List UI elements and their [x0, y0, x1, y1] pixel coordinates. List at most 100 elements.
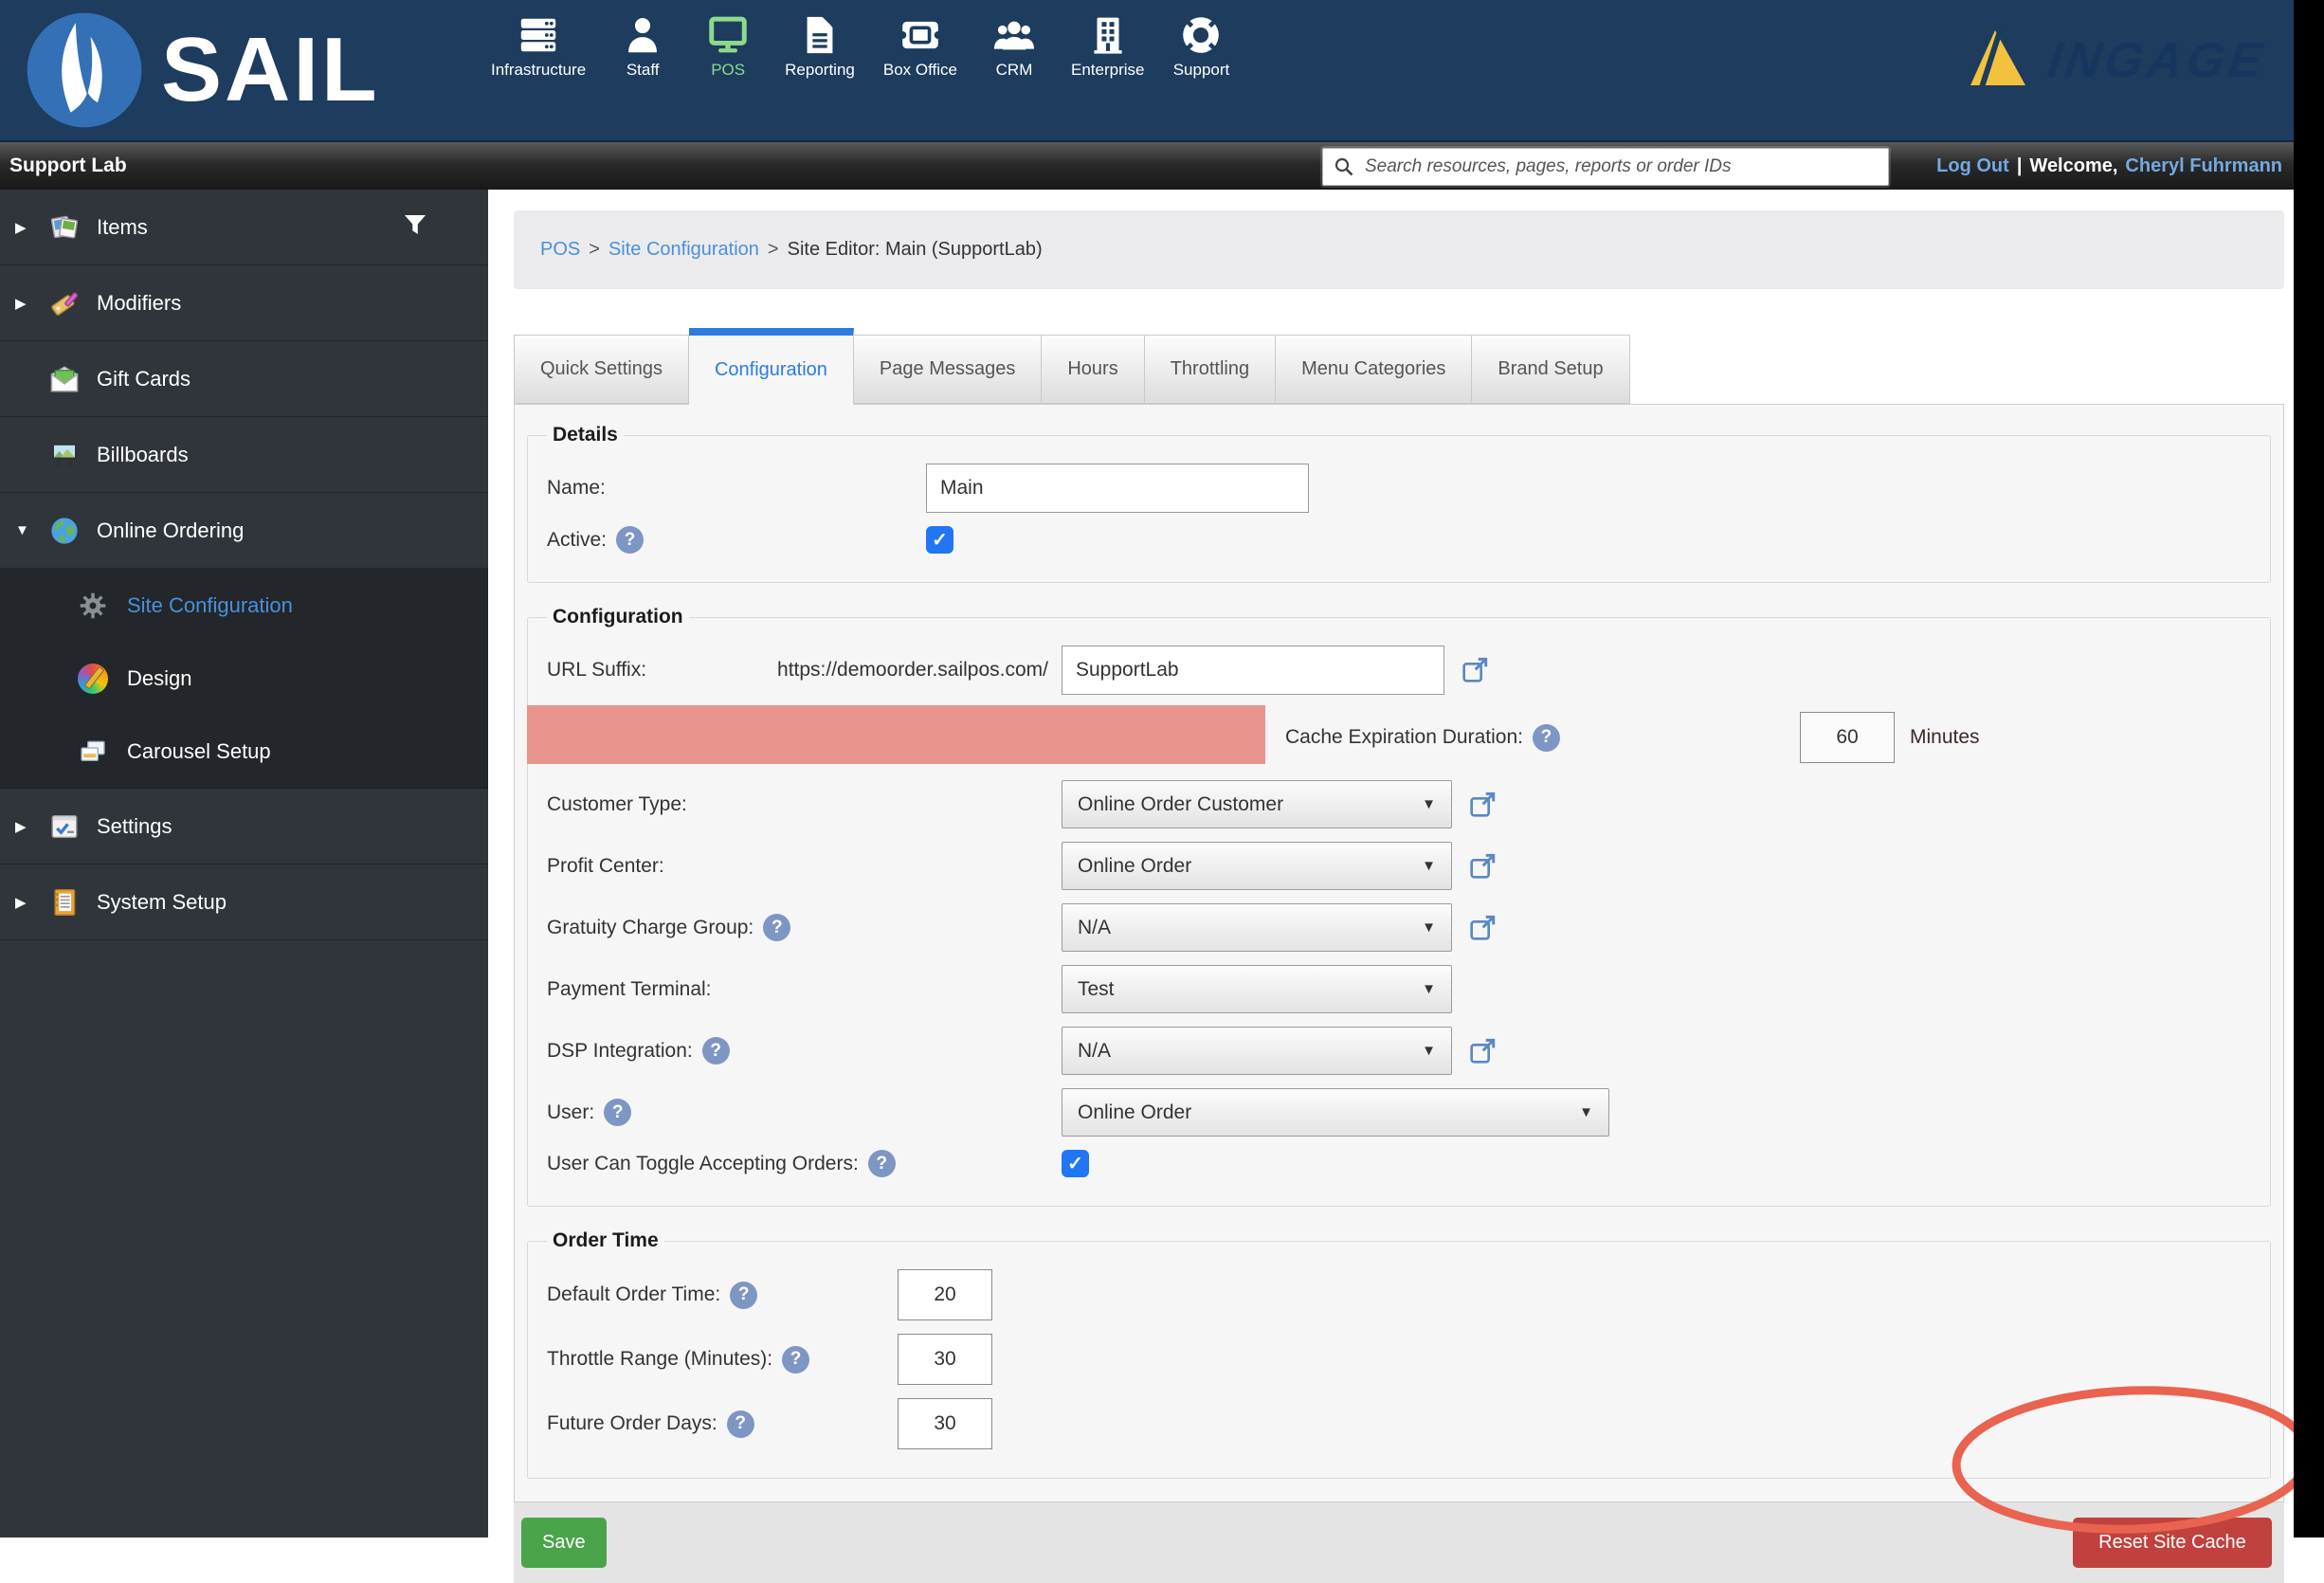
- tab-hours[interactable]: Hours: [1042, 335, 1145, 404]
- throttle-range-input[interactable]: [898, 1334, 992, 1385]
- expand-arrow-icon[interactable]: ▶: [15, 894, 47, 911]
- cache-expiration-label: Cache Expiration Duration:: [1285, 726, 1523, 748]
- profit-center-select[interactable]: Online Order ▼: [1062, 842, 1452, 890]
- tab-page-messages[interactable]: Page Messages: [853, 335, 1043, 404]
- nav-item-crm[interactable]: CRM: [986, 13, 1043, 80]
- external-link-icon[interactable]: [1467, 790, 1498, 820]
- external-link-icon[interactable]: [1460, 655, 1490, 685]
- user-toggle-checkbox[interactable]: ✓: [1062, 1150, 1089, 1177]
- breadcrumb: POS > Site Configuration > Site Editor: …: [514, 210, 2284, 289]
- payment-terminal-select[interactable]: Test ▼: [1062, 965, 1452, 1013]
- expand-arrow-icon[interactable]: ▶: [15, 295, 47, 312]
- caret-down-icon: ▼: [1422, 858, 1436, 874]
- customer-type-label: Customer Type:: [547, 792, 687, 815]
- tab-menu-categories[interactable]: Menu Categories: [1276, 335, 1473, 404]
- filter-funnel-icon[interactable]: [401, 210, 429, 244]
- expand-arrow-icon[interactable]: ▶: [15, 818, 47, 835]
- main-content: POS > Site Configuration > Site Editor: …: [488, 190, 2324, 1583]
- sidebar-item-gift-cards[interactable]: Gift Cards: [0, 341, 488, 417]
- help-icon[interactable]: ?: [730, 1281, 758, 1309]
- nav-item-pos[interactable]: POS: [699, 13, 756, 80]
- active-checkbox[interactable]: ✓: [926, 526, 953, 554]
- nav-label: Enterprise: [1071, 61, 1145, 79]
- help-icon[interactable]: ?: [701, 1037, 730, 1064]
- select-value: N/A: [1078, 916, 1112, 938]
- sidebar-item-site-configuration[interactable]: Site Configuration: [0, 569, 488, 642]
- current-site-label: Support Lab: [9, 155, 127, 176]
- sidebar-item-online-ordering[interactable]: ▼ Online Ordering: [0, 493, 488, 569]
- nav-item-box-office[interactable]: Box Office: [883, 13, 957, 80]
- select-value: Online Order: [1078, 854, 1192, 877]
- nav-item-reporting[interactable]: Reporting: [785, 13, 855, 80]
- sidebar-item-items[interactable]: ▶ Items: [0, 190, 488, 265]
- help-icon[interactable]: ?: [1532, 723, 1560, 752]
- name-input[interactable]: [926, 464, 1309, 513]
- sail-logo[interactable]: SAIL: [25, 9, 380, 131]
- throttle-range-label: Throttle Range (Minutes):: [547, 1348, 773, 1370]
- user-select[interactable]: Online Order ▼: [1062, 1088, 1609, 1137]
- throttle-range-row: Throttle Range (Minutes): ?: [547, 1334, 2251, 1385]
- cache-highlight-annotation: [527, 705, 1265, 764]
- gratuity-charge-group-select[interactable]: N/A ▼: [1062, 903, 1452, 952]
- gratuity-charge-group-row: Gratuity Charge Group: ? N/A ▼: [547, 903, 2251, 952]
- logout-link[interactable]: Log Out: [1936, 155, 2009, 177]
- tab-throttling[interactable]: Throttling: [1144, 335, 1277, 404]
- breadcrumb-link-site-configuration[interactable]: Site Configuration: [608, 239, 759, 261]
- active-row: Active: ? ✓: [547, 526, 2251, 554]
- gift-card-envelope-icon: [47, 362, 82, 396]
- nav-item-enterprise[interactable]: Enterprise: [1071, 13, 1144, 80]
- save-button[interactable]: Save: [521, 1518, 607, 1568]
- external-link-icon[interactable]: [1467, 1036, 1498, 1066]
- sidebar-item-billboards[interactable]: Billboards: [0, 417, 488, 493]
- user-name-link[interactable]: Cheryl Fuhrmann: [2125, 155, 2282, 177]
- reset-site-cache-button[interactable]: Reset Site Cache: [2073, 1518, 2272, 1568]
- ingage-wordmark: INGAGE: [2043, 32, 2270, 88]
- collapse-arrow-icon[interactable]: ▼: [15, 522, 47, 538]
- cache-unit-label: Minutes: [1910, 726, 1980, 748]
- search-input[interactable]: [1363, 151, 1888, 183]
- url-suffix-input[interactable]: [1062, 646, 1444, 695]
- tab-configuration[interactable]: Configuration: [688, 328, 854, 405]
- breadcrumb-separator: >: [767, 239, 779, 260]
- breadcrumb-link-pos[interactable]: POS: [540, 239, 580, 261]
- nav-label: POS: [711, 61, 746, 79]
- cache-expiration-input[interactable]: [1800, 712, 1895, 763]
- nav-item-support[interactable]: Support: [1172, 13, 1229, 80]
- order-time-fieldset: Order Time Default Order Time: ? Throttl…: [527, 1229, 2271, 1479]
- caret-down-icon: ▼: [1422, 796, 1436, 812]
- gear-icon: [76, 589, 110, 623]
- future-order-days-input[interactable]: [898, 1398, 992, 1449]
- site-editor-tabs: Quick Settings Configuration Page Messag…: [514, 327, 2284, 405]
- help-icon[interactable]: ?: [604, 1099, 632, 1126]
- tab-brand-setup[interactable]: Brand Setup: [1472, 335, 1630, 404]
- nav-item-infrastructure[interactable]: Infrastructure: [491, 13, 586, 80]
- sidebar-item-modifiers[interactable]: ▶ Modifiers: [0, 265, 488, 341]
- sidebar-item-carousel-setup[interactable]: Carousel Setup: [0, 715, 488, 788]
- life-ring-icon: [1179, 13, 1223, 57]
- customer-type-select[interactable]: Online Order Customer ▼: [1062, 780, 1452, 828]
- name-row: Name:: [547, 464, 2251, 513]
- ingage-logo: INGAGE: [1963, 27, 2269, 94]
- sidebar-item-label: Site Configuration: [127, 592, 293, 617]
- sidebar-item-system-setup[interactable]: ▶ System Setup: [0, 864, 488, 940]
- global-search[interactable]: [1322, 148, 1889, 186]
- help-icon[interactable]: ?: [867, 1150, 896, 1177]
- dsp-integration-select[interactable]: N/A ▼: [1062, 1027, 1452, 1075]
- help-icon[interactable]: ?: [616, 526, 645, 554]
- session-controls: Log Out | Welcome, Cheryl Fuhrmann: [1936, 142, 2282, 190]
- help-icon[interactable]: ?: [726, 1410, 754, 1438]
- expand-arrow-icon[interactable]: ▶: [15, 219, 47, 236]
- default-order-time-input[interactable]: [898, 1269, 992, 1320]
- help-icon[interactable]: ?: [782, 1345, 810, 1374]
- external-link-icon[interactable]: [1467, 913, 1498, 943]
- future-order-days-label: Future Order Days:: [547, 1412, 717, 1434]
- external-link-icon[interactable]: [1467, 851, 1498, 882]
- sidebar-item-settings[interactable]: ▶ Settings: [0, 789, 488, 864]
- sidebar-item-design[interactable]: Design: [0, 642, 488, 715]
- nav-item-staff[interactable]: Staff: [614, 13, 671, 80]
- help-icon[interactable]: ?: [763, 914, 791, 941]
- items-tags-icon: [47, 210, 82, 245]
- tab-quick-settings[interactable]: Quick Settings: [514, 335, 689, 404]
- select-value: Online Order Customer: [1078, 792, 1284, 815]
- ingage-triangle-icon: [1963, 27, 2033, 94]
